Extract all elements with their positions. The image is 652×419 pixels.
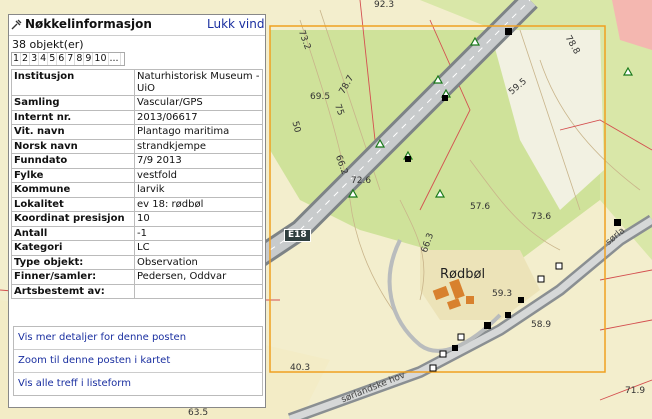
show-all-list-link[interactable]: Vis alle treff i listeform — [14, 373, 262, 395]
row-label: Norsk navn — [11, 138, 135, 154]
page-link[interactable]: 4 — [39, 53, 49, 65]
row-value: -1 — [134, 225, 263, 241]
contour-label: 59.3 — [492, 289, 513, 299]
info-panel: Nøkkelinformasjon Lukk vindu 38 objekt(e… — [8, 14, 266, 408]
table-row: Fylke vestfold — [11, 167, 263, 183]
table-row: Vit. navn Plantago maritima — [11, 124, 263, 140]
page-link-more[interactable]: ... — [109, 53, 121, 65]
square-marker[interactable] — [452, 345, 458, 351]
square-marker[interactable] — [505, 28, 512, 35]
page-link[interactable]: 1 — [12, 53, 22, 65]
table-row: Norsk navn strandkjempe — [11, 138, 263, 154]
row-value: 10 — [134, 211, 263, 227]
place-name: Rødbøl — [440, 267, 486, 282]
square-marker[interactable] — [484, 322, 491, 329]
panel-title-text: Nøkkelinformasjon — [25, 17, 152, 31]
square-marker[interactable] — [518, 297, 524, 303]
page-link[interactable]: 6 — [57, 53, 67, 65]
row-value: vestfold — [134, 167, 263, 183]
row-label: Artsbestemt av: — [11, 283, 135, 299]
row-value: ev 18: rødbøl — [134, 196, 263, 212]
table-row: Samling Vascular/GPS — [11, 95, 263, 111]
row-value: strandkjempe — [134, 138, 263, 154]
contour-label: 63.5 — [188, 408, 209, 418]
close-window-link[interactable]: Lukk vindu — [207, 17, 265, 31]
row-value: Plantago maritima — [134, 124, 263, 140]
table-row: Internt nr. 2013/06617 — [11, 109, 263, 125]
row-value: Vascular/GPS — [134, 95, 263, 111]
result-count: 38 objekt(er) — [12, 38, 84, 51]
row-value: larvik — [134, 182, 263, 198]
table-row: Finner/samler: Pedersen, Oddvar — [11, 269, 263, 285]
panel-title: Nøkkelinformasjon — [11, 17, 152, 31]
table-row: Institusjon Naturhistorisk Museum - UiO — [11, 69, 263, 96]
tools-icon — [11, 19, 22, 30]
row-label: Lokalitet — [11, 196, 135, 212]
table-row: Funndato 7/9 2013 — [11, 153, 263, 169]
row-label: Kommune — [11, 182, 135, 198]
row-label: Finner/samler: — [11, 269, 135, 285]
contour-label: 72.6 — [351, 176, 372, 186]
contour-label: 40.3 — [290, 363, 311, 373]
actions-list: Vis mer detaljer for denne posten Zoom t… — [13, 326, 263, 396]
panel-header: Nøkkelinformasjon Lukk vindu — [9, 15, 265, 36]
contour-label: 71.9 — [625, 386, 646, 396]
row-label: Samling — [11, 95, 135, 111]
table-row: Kategori LC — [11, 240, 263, 256]
row-label: Koordinat presisjon — [11, 211, 135, 227]
contour-label: 73.6 — [531, 212, 552, 222]
contour-label: 69.5 — [310, 92, 331, 102]
table-row: Koordinat presisjon 10 — [11, 211, 263, 227]
row-label: Antall — [11, 225, 135, 241]
table-row: Artsbestemt av: — [11, 283, 263, 299]
row-label: Funndato — [11, 153, 135, 169]
row-value: Pedersen, Oddvar — [134, 269, 263, 285]
page-link[interactable]: 5 — [48, 53, 58, 65]
row-value — [134, 283, 263, 299]
page-link[interactable]: 8 — [75, 53, 85, 65]
table-row: Type objekt: Observation — [11, 254, 263, 270]
contour-label: 92.3 — [374, 0, 395, 10]
square-marker[interactable] — [555, 262, 563, 270]
row-value: Observation — [134, 254, 263, 270]
row-label: Internt nr. — [11, 109, 135, 125]
square-marker[interactable] — [505, 312, 511, 318]
page-link[interactable]: 2 — [21, 53, 31, 65]
zoom-to-record-link[interactable]: Zoom til denne posten i kartet — [14, 350, 262, 373]
square-marker[interactable] — [442, 95, 448, 101]
row-label: Kategori — [11, 240, 135, 256]
contour-label: 57.6 — [470, 202, 491, 212]
row-label: Vit. navn — [11, 124, 135, 140]
page-link[interactable]: 3 — [30, 53, 40, 65]
square-marker[interactable] — [429, 364, 437, 372]
table-row: Kommune larvik — [11, 182, 263, 198]
table-row: Antall -1 — [11, 225, 263, 241]
row-label: Fylke — [11, 167, 135, 183]
page-link[interactable]: 10 — [93, 53, 109, 65]
row-value: Naturhistorisk Museum - UiO — [134, 69, 263, 96]
road-badge-e18: E18 — [284, 229, 311, 242]
page-link[interactable]: 7 — [66, 53, 76, 65]
square-marker[interactable] — [439, 350, 447, 358]
square-marker[interactable] — [537, 275, 545, 283]
pagination: 1 2 3 4 5 6 7 8 9 10 ... — [11, 52, 125, 66]
row-value: LC — [134, 240, 263, 256]
info-table: Institusjon Naturhistorisk Museum - UiO S… — [11, 69, 263, 299]
show-details-link[interactable]: Vis mer detaljer for denne posten — [14, 327, 262, 350]
row-value: 2013/06617 — [134, 109, 263, 125]
page-link[interactable]: 9 — [84, 53, 94, 65]
row-label: Type objekt: — [11, 254, 135, 270]
contour-label: 58.9 — [531, 320, 552, 330]
row-label: Institusjon — [11, 69, 135, 96]
table-row: Lokalitet ev 18: rødbøl — [11, 196, 263, 212]
row-value: 7/9 2013 — [134, 153, 263, 169]
square-marker[interactable] — [405, 156, 411, 162]
square-marker[interactable] — [457, 333, 465, 341]
